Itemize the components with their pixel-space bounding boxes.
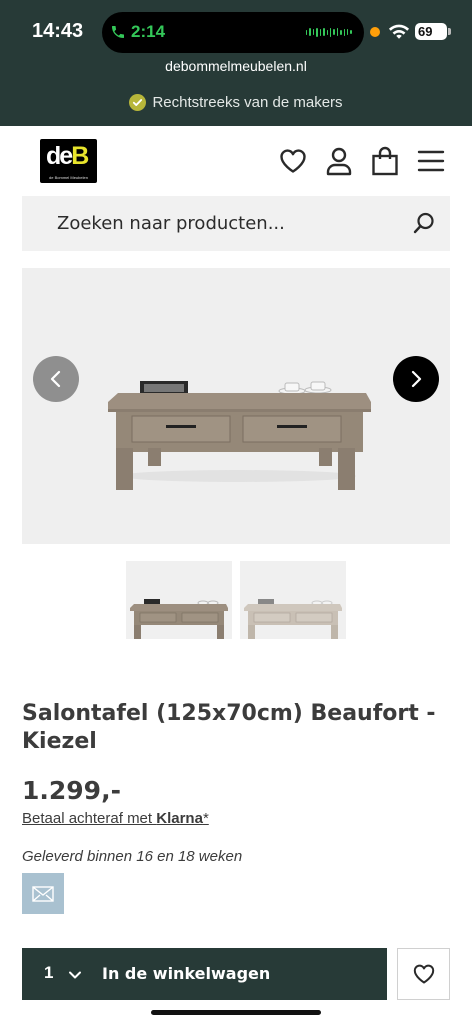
wishlist-button[interactable] (278, 146, 308, 176)
gallery-next-button[interactable] (393, 356, 439, 402)
menu-button[interactable] (416, 146, 446, 176)
thumbnail-image[interactable] (240, 561, 346, 639)
chevron-down-icon[interactable] (68, 968, 82, 982)
address-bar-url[interactable]: debommelmeubelen.nl (0, 58, 472, 74)
add-to-wishlist-button[interactable] (397, 948, 450, 1000)
chevron-right-icon (411, 370, 422, 388)
add-to-cart-button[interactable]: In de winkelwagen (102, 964, 270, 983)
search-input[interactable] (57, 213, 387, 234)
klarna-link[interactable]: Betaal achteraf met Klarna* (22, 810, 209, 827)
gallery-prev-button[interactable] (33, 356, 79, 402)
logo-tagline: de Bommel Meubelen (49, 175, 88, 180)
product-image-gallery (22, 268, 450, 544)
user-icon (326, 147, 352, 176)
delivery-time: Geleverd binnen 16 en 18 weken (22, 848, 243, 865)
account-button[interactable] (324, 146, 354, 176)
recording-dot-icon (370, 27, 380, 37)
heart-icon (280, 149, 306, 173)
menu-icon (417, 150, 445, 172)
heart-icon (413, 964, 434, 984)
call-indicator[interactable]: 2:14 (110, 22, 165, 42)
color-swatch[interactable] (22, 873, 64, 914)
product-price: 1.299,- (22, 776, 121, 805)
product-title: Salontafel (125x70cm) Beaufort - Kiezel (22, 701, 436, 754)
product-image[interactable] (104, 378, 372, 493)
battery-indicator: 69 (415, 23, 451, 40)
search-bar (22, 196, 450, 251)
usp-text: Rechtstreeks van de makers (152, 94, 343, 111)
checkmark-icon (129, 94, 147, 111)
site-logo[interactable]: deB de Bommel Meubelen (40, 139, 97, 183)
add-to-cart-bar: 1 In de winkelwagen (22, 948, 387, 1000)
home-indicator[interactable] (151, 1010, 321, 1015)
logo-letters-de: de (46, 142, 73, 170)
chevron-left-icon (50, 370, 61, 388)
klarna-suffix: * (202, 810, 209, 827)
audio-waveform-icon (306, 26, 352, 38)
browser-top-bar: 14:43 2:14 69 debommelmeubelen.nl Rechts… (0, 0, 472, 126)
quantity-select[interactable]: 1 (44, 963, 53, 983)
klarna-brand: Klarna (156, 810, 203, 827)
status-time: 14:43 (32, 20, 84, 42)
thumbnail-image[interactable] (126, 561, 232, 639)
klarna-prefix: Betaal achteraf met (22, 810, 157, 827)
shopping-bag-icon (372, 146, 398, 176)
logo-letter-b: B (71, 142, 89, 170)
phone-icon (112, 26, 124, 38)
wifi-icon (388, 24, 410, 39)
call-timer: 2:14 (131, 22, 166, 41)
search-icon[interactable] (412, 211, 436, 235)
envelope-icon (32, 885, 54, 902)
usp-banner: Rechtstreeks van de makers (0, 94, 472, 111)
cart-button[interactable] (370, 146, 400, 176)
